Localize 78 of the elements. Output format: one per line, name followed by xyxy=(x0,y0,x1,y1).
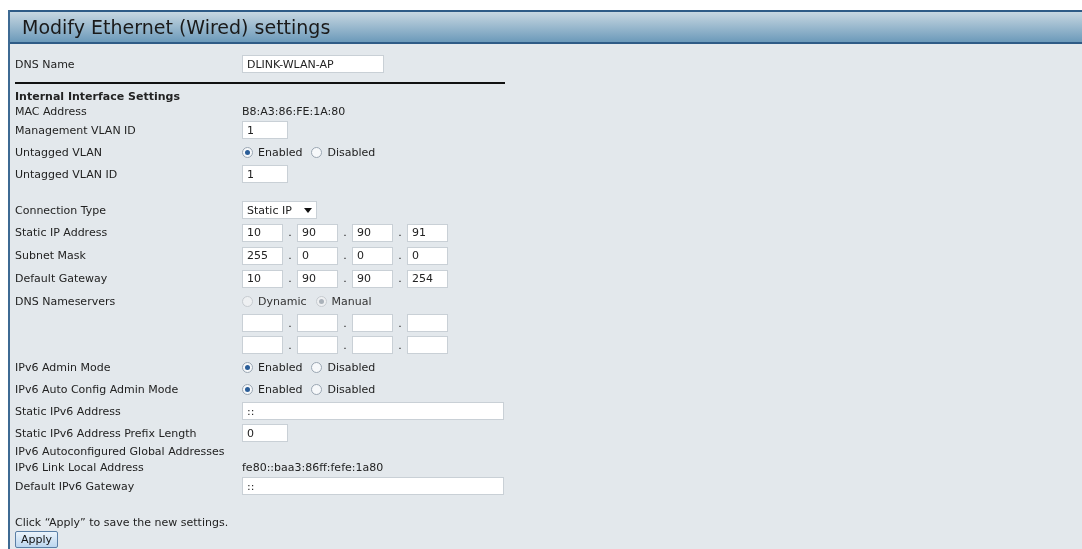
octet-field[interactable]: 10 xyxy=(242,223,283,242)
field-value: B8:A3:86:FE:1A:80 xyxy=(242,104,346,118)
octet-field[interactable]: 91 xyxy=(407,223,448,242)
octet-separator: . xyxy=(342,226,348,239)
field-label: Default IPv6 Gateway xyxy=(15,479,136,493)
input-field[interactable]: 0 xyxy=(242,424,288,442)
octet-field[interactable] xyxy=(352,314,393,332)
field-label: DNS Nameservers xyxy=(15,294,117,308)
caret-icon xyxy=(304,207,312,213)
input-field[interactable]: :: xyxy=(242,477,504,495)
radio-option[interactable]: Enabled xyxy=(242,145,303,159)
radio-button[interactable] xyxy=(311,146,323,158)
field-label: IPv6 Link Local Address xyxy=(15,460,145,474)
octet-field[interactable]: 90 xyxy=(297,223,338,242)
input-field[interactable]: 1 xyxy=(242,165,288,183)
field-label: Static IPv6 Address Prefix Length xyxy=(15,426,198,440)
octet-separator: . xyxy=(397,272,403,285)
octet-field[interactable]: 90 xyxy=(352,223,393,242)
octet-field[interactable]: 0 xyxy=(297,246,338,265)
octet-field[interactable]: 10 xyxy=(242,269,283,288)
section-heading: Internal Interface Settings xyxy=(15,90,181,103)
radio-button[interactable] xyxy=(311,383,323,395)
field-label: MAC Address xyxy=(15,104,88,118)
octet-separator: . xyxy=(342,272,348,285)
radio-option[interactable]: Enabled xyxy=(242,382,303,396)
octet-field[interactable]: 255 xyxy=(242,246,283,265)
octet-field[interactable]: 254 xyxy=(407,269,448,288)
octet-separator: . xyxy=(397,226,403,239)
apply-button[interactable]: Apply xyxy=(15,531,59,548)
field-label: Connection Type xyxy=(15,203,107,217)
octet-field[interactable] xyxy=(407,314,448,332)
radio-option[interactable]: Disabled xyxy=(311,382,376,396)
octet-field[interactable] xyxy=(297,314,338,332)
octet-separator: . xyxy=(342,316,348,330)
input-field[interactable]: :: xyxy=(242,402,504,420)
octet-field[interactable]: 90 xyxy=(297,269,338,288)
field-label: IPv6 Auto Config Admin Mode xyxy=(15,382,180,396)
octet-separator: . xyxy=(397,249,403,262)
radio-button[interactable] xyxy=(242,383,253,395)
octet-separator: . xyxy=(342,338,348,352)
octet-field[interactable] xyxy=(297,336,338,354)
field-label: DNS Name xyxy=(15,57,76,71)
octet-separator: . xyxy=(287,316,293,330)
octet-separator: . xyxy=(397,316,403,330)
field-label: Static IP Address xyxy=(15,226,109,239)
octet-field[interactable]: 90 xyxy=(352,269,393,288)
input-field[interactable]: DLINK-WLAN-AP xyxy=(242,55,384,73)
radio-option[interactable]: Enabled xyxy=(242,360,303,374)
octet-field[interactable] xyxy=(242,314,283,332)
help-text: Click “Apply” to save the new settings. xyxy=(15,516,230,529)
octet-field[interactable] xyxy=(352,336,393,354)
octet-separator: . xyxy=(397,338,403,352)
octet-field[interactable]: 0 xyxy=(352,246,393,265)
page-title: Modify Ethernet (Wired) settings xyxy=(22,16,331,38)
octet-separator: . xyxy=(342,249,348,262)
octet-separator: . xyxy=(287,249,293,262)
field-label: IPv6 Autoconfigured Global Addresses xyxy=(15,445,226,458)
octet-field[interactable] xyxy=(407,336,448,354)
field-value: fe80::baa3:86ff:fefe:1a80 xyxy=(242,460,384,474)
octet-field[interactable]: 0 xyxy=(407,246,448,265)
input-field[interactable]: 1 xyxy=(242,121,288,139)
field-label: Subnet Mask xyxy=(15,249,87,262)
octet-separator: . xyxy=(287,338,293,352)
field-label: Untagged VLAN xyxy=(15,145,103,159)
connection-type-select[interactable]: Static IP xyxy=(242,201,317,219)
field-label: Static IPv6 Address xyxy=(15,404,122,418)
radio-button[interactable] xyxy=(242,146,253,158)
field-label: Untagged VLAN ID xyxy=(15,167,119,181)
radio-option[interactable]: Disabled xyxy=(311,360,376,374)
radio-button[interactable] xyxy=(242,361,253,373)
field-label: IPv6 Admin Mode xyxy=(15,360,112,374)
field-label: Management VLAN ID xyxy=(15,123,137,137)
octet-separator: . xyxy=(287,226,293,239)
octet-separator: . xyxy=(287,272,293,285)
radio-button[interactable] xyxy=(311,361,323,373)
field-label: Default Gateway xyxy=(15,272,109,285)
radio-option[interactable]: Disabled xyxy=(311,145,376,159)
octet-field[interactable] xyxy=(242,336,283,354)
